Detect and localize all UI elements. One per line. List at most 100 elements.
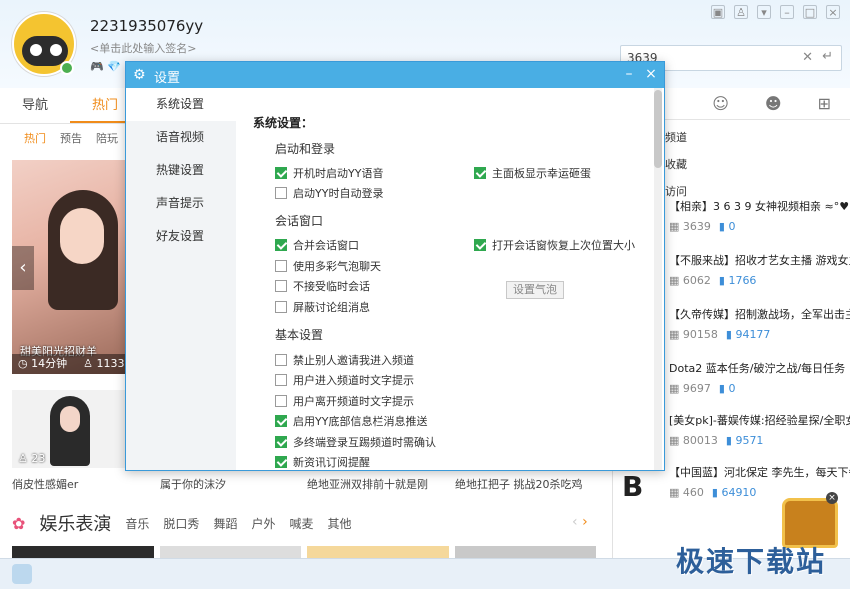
checkbox[interactable] xyxy=(275,260,287,272)
channel-item[interactable]: 【久帝传媒】招制激战场，全军出击主播 ▦ 90158 ▮ 94177 xyxy=(669,306,850,341)
sidebar-item-friends[interactable]: 好友设置 xyxy=(126,220,236,253)
option-autostart[interactable]: 开机时启动YY语音 xyxy=(275,165,383,181)
menu-icon[interactable]: ▾ xyxy=(757,5,771,19)
checkbox[interactable] xyxy=(275,167,287,179)
sub-tab-hot[interactable]: 热门 xyxy=(24,126,46,152)
channel-online: ▮ 1766 xyxy=(718,274,757,287)
checkbox[interactable] xyxy=(275,456,287,468)
channel-id: ▦ 3639 xyxy=(669,220,711,233)
option-label: 不接受临时会话 xyxy=(293,280,370,293)
channel-id: ▦ 460 xyxy=(669,486,704,499)
enter-icon[interactable]: ↵ xyxy=(822,49,833,64)
channel-title: Dota2 蓝本任务/破泞之战/每日任务 xyxy=(669,362,846,375)
option-label: 屏蔽讨论组消息 xyxy=(293,301,370,314)
checkbox[interactable] xyxy=(275,415,287,427)
checkbox[interactable] xyxy=(474,167,486,179)
chevron-left-icon[interactable]: ‹ xyxy=(572,514,578,530)
channel-item[interactable]: 【相亲】3 6 3 9 女神视频相亲 ≈°♥♥ ▦ 3639 ▮ 0 xyxy=(669,198,850,233)
section-link-music[interactable]: 音乐 xyxy=(125,515,149,532)
option-enter-notice[interactable]: 用户进入频道时文字提示 xyxy=(275,372,414,388)
option-confirm-kick[interactable]: 多终端登录互踢频道时需确认 xyxy=(275,434,436,450)
checkbox[interactable] xyxy=(275,280,287,292)
online-status-icon xyxy=(60,61,74,75)
stream-caption[interactable]: 俏皮性感媚er xyxy=(12,476,78,492)
contact-icon[interactable]: ☺ xyxy=(712,94,729,113)
option-block-groups[interactable]: 屏蔽讨论组消息 xyxy=(275,299,370,315)
stream-caption[interactable]: 属于你的沫汐 xyxy=(160,476,226,492)
sidebar-item-audio-video[interactable]: 语音视频 xyxy=(126,121,236,154)
channel-item[interactable]: 【不服来战】招收才艺女主播 游戏女主播 ▦ 6062 ▮ 1766 xyxy=(669,252,850,287)
option-color-bubbles[interactable]: 使用多彩气泡聊天 xyxy=(275,258,381,274)
sidebar-item-sound[interactable]: 声音提示 xyxy=(126,187,236,220)
option-leave-notice[interactable]: 用户离开频道时文字提示 xyxy=(275,393,414,409)
link-channels[interactable]: 频道 xyxy=(665,124,687,151)
minimize-icon[interactable]: – xyxy=(780,5,794,19)
checkbox[interactable] xyxy=(275,436,287,448)
chevron-right-icon[interactable]: › xyxy=(582,514,588,530)
section-link-talk[interactable]: 脱口秀 xyxy=(163,515,199,532)
apps-icon[interactable]: ⊞ xyxy=(818,94,831,113)
channel-item[interactable]: [美女pk]-蕃娱传媒:招经验星探/全职女主播 ▦ 80013 ▮ 9571 xyxy=(669,412,850,447)
diamond-icon[interactable]: 💎 xyxy=(107,60,121,73)
clear-icon[interactable]: ✕ xyxy=(802,50,813,65)
shirt-icon[interactable]: ♙ xyxy=(734,5,748,19)
link-favorites[interactable]: 收藏 xyxy=(665,151,687,178)
option-label: 启动YY时自动登录 xyxy=(293,187,384,200)
skin-icon[interactable]: ▣ xyxy=(711,5,725,19)
thumbnail[interactable] xyxy=(454,546,596,558)
checkbox[interactable] xyxy=(275,395,287,407)
maximize-icon[interactable]: □ xyxy=(803,5,817,19)
option-merge-windows[interactable]: 合并会话窗口 xyxy=(275,237,359,253)
signature-field[interactable]: <单击此处输入签名> xyxy=(90,40,196,56)
checkbox[interactable] xyxy=(275,354,287,366)
close-icon[interactable]: × xyxy=(642,65,660,83)
channel-item[interactable]: 【中国蓝】河北保定 李先生，每天下午3点 ▦ 460 ▮ 64910 xyxy=(669,464,850,499)
sub-tab-preview[interactable]: 预告 xyxy=(60,126,82,152)
section-link-dance[interactable]: 舞蹈 xyxy=(213,515,237,532)
option-reject-temp[interactable]: 不接受临时会话 xyxy=(275,278,370,294)
channel-item[interactable]: Dota2 蓝本任务/破泞之战/每日任务 ▦ 9697 ▮ 0 xyxy=(669,360,850,395)
channel-title: [美女pk]-蕃娱传媒:招经验星探/全职女主播 xyxy=(669,414,850,427)
option-no-invite[interactable]: 禁止别人邀请我进入频道 xyxy=(275,352,414,368)
thumbnail[interactable] xyxy=(12,546,154,558)
section-link-other[interactable]: 其他 xyxy=(327,515,351,532)
sidebar-item-system[interactable]: 系统设置 xyxy=(126,88,236,121)
close-icon[interactable]: × xyxy=(826,5,840,19)
checkbox[interactable] xyxy=(275,374,287,386)
tab-navigation[interactable]: 导航 xyxy=(0,88,70,123)
thumbnail[interactable] xyxy=(307,546,449,558)
section-link-outdoor[interactable]: 户外 xyxy=(251,515,275,532)
close-icon[interactable]: × xyxy=(826,492,838,504)
option-lucky-egg[interactable]: 主面板显示幸运砸蛋 xyxy=(474,165,591,181)
checkbox[interactable] xyxy=(275,301,287,313)
gamepad-icon[interactable]: 🎮 xyxy=(90,60,104,73)
minimize-icon[interactable]: – xyxy=(620,65,638,83)
section-header: ✿ 娱乐表演 音乐 脱口秀 舞蹈 户外 喊麦 其他 xyxy=(12,510,352,536)
channel-title: 【中国蓝】河北保定 李先生，每天下午3点 xyxy=(669,466,850,479)
checkbox[interactable] xyxy=(275,187,287,199)
chevron-left-icon[interactable]: ‹ xyxy=(12,246,34,290)
section-link-shout[interactable]: 喊麦 xyxy=(289,515,313,532)
option-push-messages[interactable]: 启用YY底部信息栏消息推送 xyxy=(275,413,427,429)
bubble-settings-button[interactable]: 设置气泡 xyxy=(506,281,564,299)
option-label: 新资讯订阅提醒 xyxy=(293,456,370,469)
option-restore-position[interactable]: 打开会话窗恢复上次位置大小 xyxy=(474,237,635,253)
scrollbar-thumb[interactable] xyxy=(654,90,662,168)
flower-icon: ✿ xyxy=(12,513,26,533)
checkbox[interactable] xyxy=(474,239,486,251)
group-icon[interactable]: ☻ xyxy=(765,94,782,113)
option-news-subscribe[interactable]: 新资讯订阅提醒 xyxy=(275,454,370,470)
sidebar-item-hotkeys[interactable]: 热键设置 xyxy=(126,154,236,187)
viewer-icon: ♙ xyxy=(18,452,28,465)
dialog-scrollbar[interactable] xyxy=(654,88,662,470)
checkbox[interactable] xyxy=(275,239,287,251)
channel-title: 【不服来战】招收才艺女主播 游戏女主播 xyxy=(669,254,850,267)
mascot-icon[interactable] xyxy=(12,564,32,584)
thumbnail[interactable] xyxy=(159,546,301,558)
dialog-titlebar[interactable]: ⚙ 设置 – × xyxy=(126,62,664,88)
thumbnail-face xyxy=(60,208,104,264)
sub-tab-companion[interactable]: 陪玩 xyxy=(96,126,118,152)
stream-caption[interactable]: 绝地亚洲双排前十就是刚 xyxy=(307,476,428,492)
stream-caption[interactable]: 绝地扛把子 挑战20杀吃鸡 xyxy=(455,476,583,492)
option-autologin[interactable]: 启动YY时自动登录 xyxy=(275,185,383,201)
